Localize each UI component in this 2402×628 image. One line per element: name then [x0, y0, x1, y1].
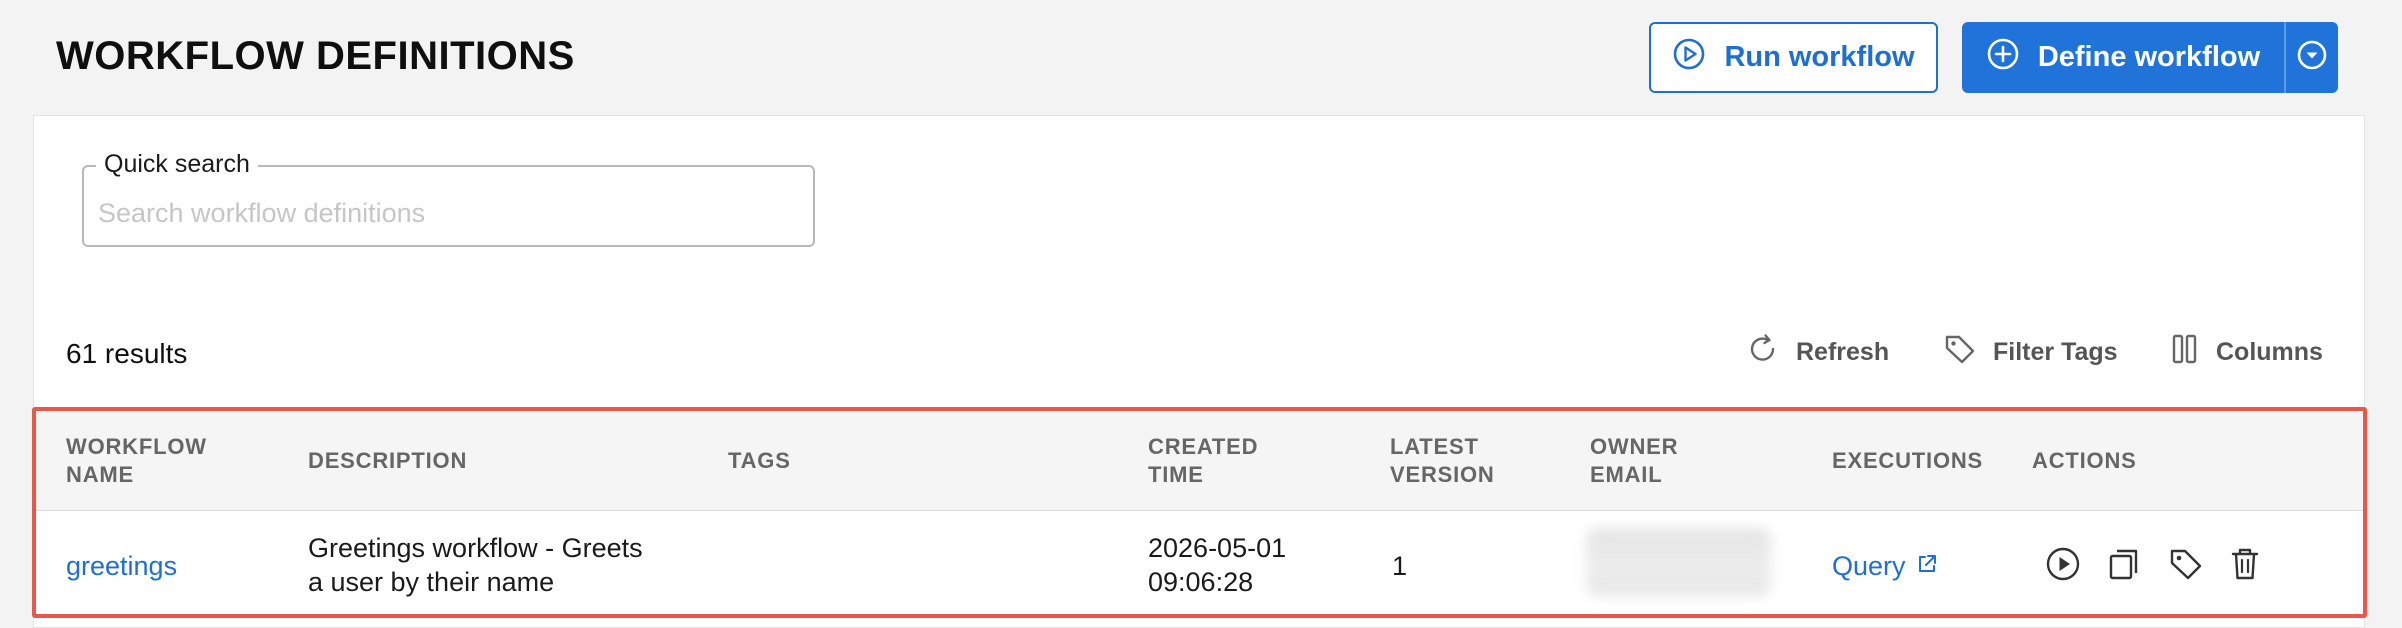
define-workflow-label: Define workflow [2037, 41, 2261, 73]
refresh-label: Refresh [1796, 338, 1890, 366]
columns-label: Columns [2216, 338, 2323, 366]
tag-icon [1943, 332, 1977, 373]
chevron-down-circle-icon [2296, 39, 2328, 76]
plus-circle-icon [1986, 37, 2020, 79]
quick-search-label: Quick search [96, 150, 258, 179]
refresh-button[interactable]: Refresh [1746, 332, 1889, 373]
define-workflow-button[interactable]: Define workflow [1962, 22, 2338, 93]
define-workflow-main[interactable]: Define workflow [1962, 22, 2284, 93]
page-title: WORKFLOW DEFINITIONS [56, 34, 575, 78]
run-workflow-label: Run workflow [1724, 41, 1915, 73]
filter-tags-button[interactable]: Filter Tags [1943, 332, 2118, 373]
columns-icon [2170, 332, 2200, 373]
table-highlight-frame [32, 407, 2367, 618]
columns-button[interactable]: Columns [2170, 332, 2323, 373]
search-input[interactable] [98, 195, 798, 231]
define-workflow-dropdown[interactable] [2284, 22, 2338, 93]
refresh-icon [1746, 332, 1780, 373]
filter-tags-label: Filter Tags [1993, 338, 2118, 366]
results-count: 61 results [66, 338, 188, 369]
run-workflow-button[interactable]: Run workflow [1649, 22, 1938, 93]
play-circle-icon [1672, 37, 1706, 79]
